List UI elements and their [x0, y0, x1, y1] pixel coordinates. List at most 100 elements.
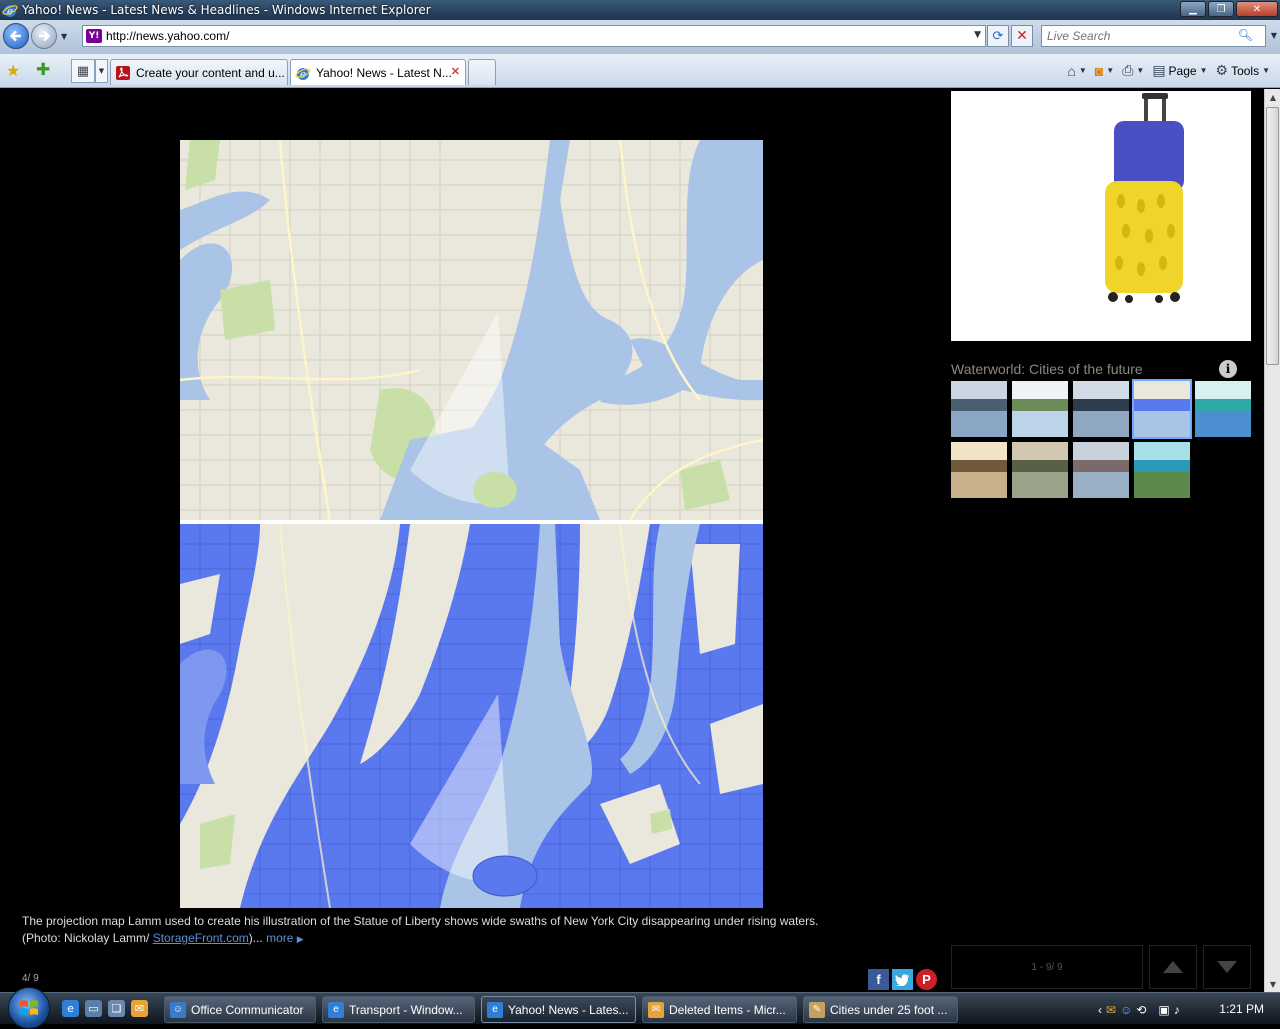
home-button[interactable]: ⌂ ▼ [1065, 62, 1088, 80]
page-menu-label: Page [1168, 63, 1197, 78]
thumbnail-image [1012, 381, 1068, 437]
pinterest-share-button[interactable]: P [916, 969, 937, 990]
chevron-down-icon[interactable]: ▼ [1079, 66, 1087, 75]
sync-tray-icon[interactable]: ⟲ [1136, 1003, 1146, 1017]
gallery-thumbnail[interactable] [1073, 442, 1129, 498]
maximize-button[interactable]: ❐ [1208, 1, 1234, 17]
tools-menu[interactable]: ⚙ Tools ▼ [1214, 61, 1273, 80]
minimize-button[interactable]: ▁ [1180, 1, 1206, 17]
print-button[interactable]: ⎙ ▼ [1120, 61, 1146, 80]
twitter-bird-icon [895, 973, 909, 986]
gallery-thumbnail[interactable] [1132, 379, 1192, 439]
gear-icon: ⚙ [1215, 62, 1229, 78]
outlook-tray-icon[interactable]: ✉ [1106, 1003, 1116, 1017]
refresh-button[interactable]: ⟳ [987, 25, 1009, 47]
taskbar-item-office-communicator[interactable]: ☺ Office Communicator [164, 996, 316, 1023]
thumbnail-image [951, 442, 1007, 498]
forward-button[interactable] [31, 23, 57, 49]
taskbar-item-deleted-items[interactable]: ✉ Deleted Items - Micr... [642, 996, 797, 1023]
system-tray: ‹ ✉ ☺ ⟲ ▣ ♪ 1:21 PM [1098, 997, 1280, 1023]
show-desktop-icon[interactable]: ▭ [85, 1000, 102, 1017]
close-tab-icon[interactable]: ✕ [451, 65, 460, 78]
slideshow-image[interactable] [180, 140, 763, 908]
gallery-thumbnail[interactable] [1073, 381, 1129, 437]
search-provider-dropdown[interactable]: ▼ [1271, 31, 1277, 40]
volume-icon[interactable]: ♪ [1174, 1003, 1180, 1017]
chevron-down-icon[interactable]: ▼ [1106, 66, 1114, 75]
vertical-scrollbar[interactable]: ▲ ▼ [1264, 89, 1280, 992]
tab-bar: ★ ✚ ▦ ▼ Create your content and u... e Y… [0, 54, 1280, 88]
close-icon: ✕ [1252, 3, 1262, 15]
gallery-thumbnail[interactable] [951, 381, 1007, 437]
gallery-thumbnail[interactable] [1134, 442, 1190, 498]
taskbar-item-label: Office Communicator [191, 1002, 304, 1017]
gallery-thumbnail[interactable] [1012, 442, 1068, 498]
page-icon: ▤ [1152, 62, 1166, 78]
internet-explorer-icon[interactable]: e [62, 1000, 79, 1017]
start-button[interactable] [8, 987, 50, 1029]
tools-menu-label: Tools [1231, 63, 1260, 78]
command-bar: ⌂ ▼ ◙ ▼ ⎙ ▼ ▤ Page ▼ ⚙ Tools ▼ [1065, 61, 1272, 80]
back-button[interactable] [3, 23, 29, 49]
yahoo-favicon-icon: Y! [86, 29, 102, 43]
slide-counter: 4/ 9 [22, 973, 39, 984]
switch-windows-icon[interactable]: ❏ [108, 1000, 125, 1017]
maximize-icon: ❐ [1216, 3, 1226, 15]
stop-icon: ✕ [1016, 28, 1028, 44]
gallery-thumbnail[interactable] [951, 442, 1007, 498]
taskbar-item-transport[interactable]: e Transport - Window... [322, 996, 475, 1023]
tab-create-content[interactable]: Create your content and u... [110, 59, 288, 85]
communicator-tray-icon[interactable]: ☺ [1120, 1003, 1132, 1017]
taskbar-item-cities-under-25-foot[interactable]: ✎ Cities under 25 foot ... [803, 996, 958, 1023]
advertisement[interactable] [951, 91, 1251, 341]
facebook-share-button[interactable]: f [868, 969, 889, 990]
scroll-down-arrow[interactable]: ▼ [1265, 976, 1280, 992]
more-link[interactable]: more ▶ [266, 931, 304, 945]
map-current-sea-level [180, 140, 763, 520]
tab-list-dropdown[interactable]: ▼ [95, 59, 108, 83]
outlook-icon: ✉ [648, 1001, 664, 1018]
favorites-star-icon[interactable]: ★ [6, 61, 20, 80]
stop-button[interactable]: ✕ [1011, 25, 1033, 47]
gallery-thumbnail[interactable] [1012, 381, 1068, 437]
new-tab-button[interactable] [468, 59, 496, 85]
previous-page-button[interactable] [1149, 945, 1197, 989]
more-label: more [266, 931, 294, 945]
search-input[interactable] [1047, 29, 1237, 43]
internet-explorer-icon: e [2, 5, 18, 18]
address-url[interactable]: http://news.yahoo.com/ [106, 29, 229, 43]
info-icon[interactable]: i [1219, 360, 1237, 378]
thumbnail-image [1195, 381, 1251, 437]
share-buttons: f P [868, 969, 937, 990]
taskbar-item-yahoo-news[interactable]: e Yahoo! News - Lates... [481, 996, 636, 1023]
photo-credit-prefix: (Photo: Nickolay Lamm/ [22, 931, 153, 945]
search-icon[interactable]: 🔍︎ [1238, 28, 1253, 42]
close-window-button[interactable]: ✕ [1236, 1, 1278, 17]
recent-pages-dropdown[interactable]: ▼ [61, 32, 67, 41]
network-icon[interactable]: ▣ [1158, 1003, 1169, 1017]
address-dropdown-icon[interactable]: ▼ [974, 30, 981, 40]
address-bar[interactable]: Y! http://news.yahoo.com/ ▼ [82, 25, 986, 47]
feeds-button[interactable]: ◙ ▼ [1093, 62, 1116, 80]
chevron-down-icon: ▼ [1262, 66, 1270, 75]
photo-credit-link[interactable]: StorageFront.com [153, 931, 249, 945]
system-clock[interactable]: 1:21 PM [1219, 1002, 1264, 1016]
page-menu[interactable]: ▤ Page ▼ [1150, 61, 1209, 80]
quick-tabs-button[interactable]: ▦ [71, 59, 95, 83]
search-box[interactable]: 🔍︎ ▼ [1041, 25, 1277, 47]
gallery-pager: 1 - 9/ 9 [951, 945, 1143, 989]
tab-yahoo-news[interactable]: e Yahoo! News - Latest N... ✕ [290, 59, 466, 85]
next-page-button[interactable] [1203, 945, 1251, 989]
scroll-up-arrow[interactable]: ▲ [1265, 89, 1280, 105]
printer-icon: ⎙ [1122, 62, 1134, 78]
add-favorite-icon[interactable]: ✚ [36, 60, 50, 80]
document-icon: ✎ [809, 1001, 825, 1018]
scrollbar-thumb[interactable] [1266, 107, 1279, 365]
gallery-thumbnail[interactable] [1195, 381, 1251, 437]
tab-label: Yahoo! News - Latest N... [316, 65, 452, 80]
chevron-down-icon[interactable]: ▼ [1136, 66, 1144, 75]
minimize-icon: ▁ [1189, 3, 1197, 15]
chevron-left-icon[interactable]: ‹ [1098, 1003, 1102, 1017]
outlook-icon[interactable]: ✉ [131, 1000, 148, 1017]
twitter-share-button[interactable] [892, 969, 913, 990]
